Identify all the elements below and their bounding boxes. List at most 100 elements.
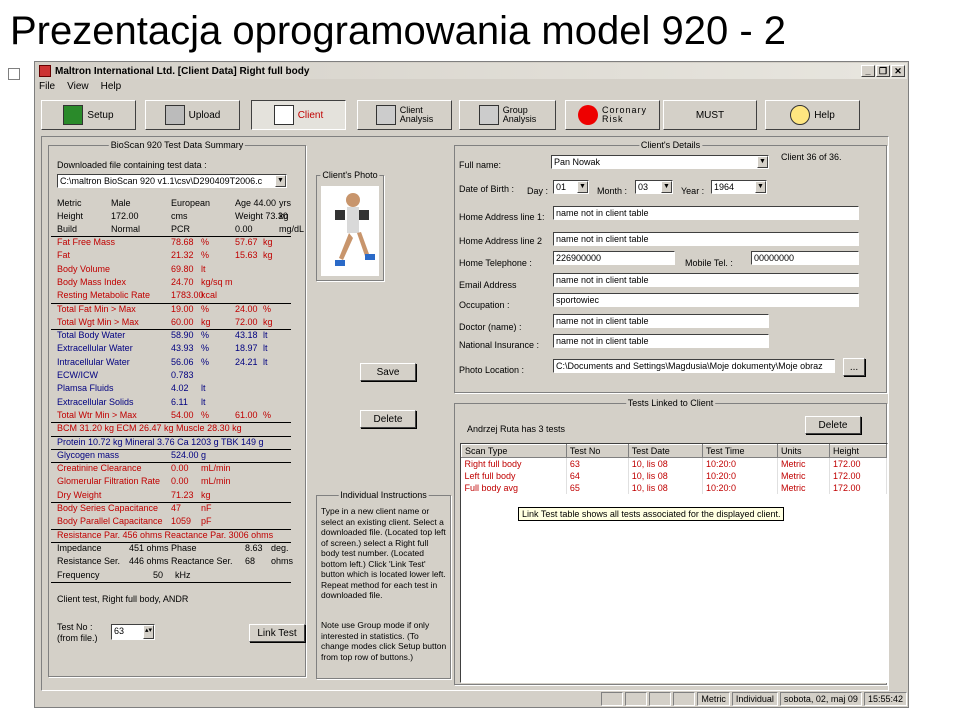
dob-label: Date of Birth : <box>459 184 515 194</box>
delete-client-button[interactable]: Delete <box>360 410 416 428</box>
bioscan-value: 43.18 <box>235 330 258 341</box>
bioscan-value: Build <box>57 224 78 234</box>
link-test-button[interactable]: Link Test <box>249 624 305 642</box>
bioscan-value: Normal <box>111 224 141 234</box>
occupation-field[interactable]: sportowiec <box>553 293 859 307</box>
instructions-note: Note use Group mode if only interested i… <box>321 620 447 662</box>
must-button[interactable]: MUST <box>663 100 757 130</box>
client-details-group: Client's Details Client 36 of 36. Full n… <box>454 140 887 393</box>
bioscan-value: kHz <box>175 569 191 580</box>
bioscan-value: ohms <box>271 556 294 567</box>
table-row[interactable]: Right full body 63 10, lis 08 10:20:0 Metric… <box>461 457 887 470</box>
bioscan-value: Fat <box>57 250 71 261</box>
table-cell: Metric <box>777 469 830 482</box>
table-row[interactable]: Left full body 64 10, lis 08 10:20:0 Metric 1… <box>461 469 887 482</box>
table-header[interactable]: Scan Type <box>461 444 567 458</box>
test-no-spinner[interactable]: 63 ▴▾ <box>111 624 155 640</box>
table-header[interactable]: Test Date <box>627 444 703 458</box>
menu-view[interactable]: View <box>67 81 89 92</box>
file-select[interactable]: C:\maltron BioScan 920 v1.1\csv\D290409T… <box>57 174 287 188</box>
bioscan-value: 68 <box>245 556 256 567</box>
browse-button[interactable]: ... <box>843 358 865 376</box>
addr2-field[interactable]: name not in client table <box>553 232 859 246</box>
year-combo[interactable]: 1964 ▼ <box>711 180 767 194</box>
bioscan-value: % <box>201 303 210 314</box>
close-button[interactable]: ✕ <box>891 65 905 77</box>
bioscan-value: % <box>263 303 272 314</box>
mobile-field[interactable]: 00000000 <box>751 251 859 265</box>
bioscan-value: Creatinine Clearance <box>57 463 142 474</box>
bioscan-value: Resting Metabolic Rate <box>57 290 151 301</box>
help-button[interactable]: Help <box>765 100 860 130</box>
bioscan-value: % <box>201 409 210 420</box>
doctor-field[interactable]: name not in client table <box>553 314 769 328</box>
email-field[interactable]: name not in client table <box>553 273 859 287</box>
bioscan-value: % <box>201 330 210 341</box>
client-button[interactable]: Client <box>251 100 346 130</box>
photo-location-label: Photo Location : <box>459 365 525 375</box>
bioscan-value: Resistance Ser. <box>57 556 121 567</box>
bioscan-value: kcal <box>201 290 218 301</box>
bioscan-value: 60.00 <box>171 316 194 327</box>
occupation-label: Occupation : <box>459 300 510 310</box>
full-name-combo[interactable]: Pan Nowak ▼ <box>551 155 769 169</box>
client-analysis-button[interactable]: Client Analysis <box>357 100 452 130</box>
menu-help[interactable]: Help <box>101 81 122 92</box>
table-header[interactable]: Units <box>777 444 830 458</box>
bioscan-value: Body Series Capacitance <box>57 503 159 513</box>
setup-button[interactable]: Setup <box>41 100 136 130</box>
bioscan-value: Metric <box>57 198 82 208</box>
delete-test-button[interactable]: Delete <box>805 416 861 434</box>
tests-summary: Andrzej Ruta has 3 tests <box>467 424 566 434</box>
minimize-button[interactable]: _ <box>861 65 875 77</box>
bioscan-value: lt <box>201 383 206 394</box>
group-analysis-button[interactable]: Group Analysis <box>459 100 556 130</box>
photo-location-field[interactable]: C:\Documents and Settings\Magdusia\Moje … <box>553 359 835 373</box>
downloaded-label: Downloaded file containing test data : <box>57 160 207 170</box>
bioscan-value: Resistance Par. 456 ohms Reactance Par. … <box>57 529 274 540</box>
status-mode: Individual <box>731 692 778 706</box>
help-icon <box>790 105 811 125</box>
tel-field[interactable]: 226900000 <box>553 251 675 265</box>
bioscan-value: 6.11 <box>171 396 188 407</box>
day-combo[interactable]: 01 ▼ <box>553 180 589 194</box>
table-header[interactable]: Test No <box>565 444 629 458</box>
addr1-field[interactable]: name not in client table <box>553 206 859 220</box>
restore-button[interactable]: ❐ <box>876 65 890 77</box>
window-title: Maltron International Ltd. [Client Data]… <box>55 65 310 77</box>
tel-label: Home Telephone : <box>459 258 532 268</box>
table-cell: Right full body <box>461 457 567 470</box>
bioscan-value: % <box>201 343 210 354</box>
bioscan-value: Plamsa Fluids <box>57 383 114 394</box>
bioscan-value: PCR <box>171 224 191 234</box>
table-header[interactable]: Test Time <box>701 444 779 458</box>
table-header[interactable]: Height <box>829 444 887 458</box>
table-row[interactable]: Full body avg 65 10, lis 08 10:20:0 Metric 17… <box>461 481 887 494</box>
table-cell: 63 <box>566 457 629 470</box>
table-cell: Full body avg <box>461 481 567 494</box>
upload-icon <box>164 105 185 125</box>
bioscan-value: 446 ohms Reactance Ser. <box>129 556 233 567</box>
table-cell: 10:20:0 <box>702 457 779 470</box>
bioscan-value: kg <box>263 250 273 261</box>
upload-button[interactable]: Upload <box>145 100 240 130</box>
app-icon <box>39 65 51 77</box>
bioscan-value: Impedance <box>57 542 102 553</box>
bioscan-value: 451 ohms Phase <box>129 542 197 553</box>
chevron-down-icon: ▼ <box>757 156 768 168</box>
save-button[interactable]: Save <box>360 363 416 381</box>
client-photo <box>321 186 379 276</box>
menu-file[interactable]: File <box>39 81 55 92</box>
bioscan-value: Extracellular Solids <box>57 396 134 407</box>
bioscan-value: deg. <box>271 542 289 553</box>
bioscan-value: lt <box>263 343 268 354</box>
coronary-risk-button[interactable]: Coronary Risk <box>565 100 660 130</box>
month-combo[interactable]: 03 ▼ <box>635 180 673 194</box>
insurance-field[interactable]: name not in client table <box>553 334 769 348</box>
status-empty-4 <box>673 692 696 706</box>
bioscan-value: nF <box>201 503 212 513</box>
bioscan-value: kg <box>201 316 211 327</box>
bioscan-value: 61.00 <box>235 409 258 420</box>
table-cell: Metric <box>777 481 830 494</box>
bioscan-value: 18.97 <box>235 343 258 354</box>
